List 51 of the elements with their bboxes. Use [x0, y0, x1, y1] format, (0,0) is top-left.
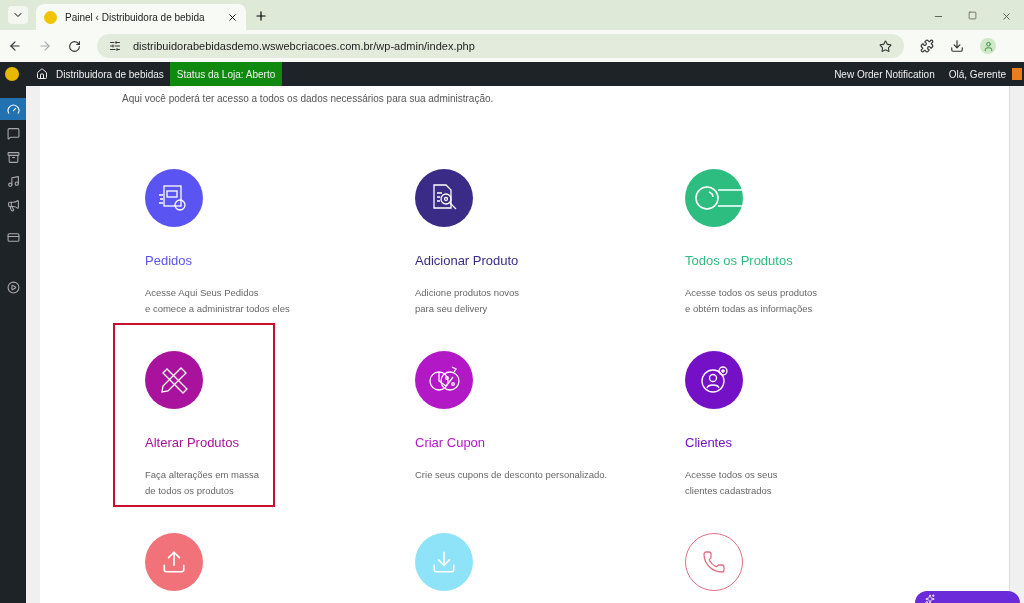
dashboard-card[interactable]: Todos os Produtos Acesse todos os seus produtos e obtém todas as informações [653, 141, 893, 325]
site-settings-icon [109, 40, 121, 52]
download-icon [950, 39, 964, 53]
greeting-link[interactable]: Olá, Gerente [948, 66, 1006, 82]
card-description: Faça alterações em massa de todos os produtos [145, 467, 261, 498]
card-title[interactable]: Alterar Produtos [145, 433, 273, 453]
address-field[interactable]: distribuidorabebidasdemo.wswebcriacoes.com.br/wp-admin/index.php [97, 34, 904, 58]
forward-icon [38, 39, 52, 53]
dashboard-card[interactable]: Criar Cupon Crie seus cupons de desconto personalizado. [383, 323, 623, 507]
extensions-icon [920, 39, 934, 53]
menu-icon [6, 102, 20, 116]
menu-icon [6, 280, 20, 294]
home-icon [36, 68, 48, 80]
close-icon [227, 11, 238, 23]
card-title[interactable]: Criar Cupon [415, 433, 621, 453]
menu-icon [6, 174, 20, 188]
menu-icon [6, 126, 20, 140]
menu-icon [6, 198, 20, 212]
new-tab-icon [254, 9, 268, 23]
url-text: distribuidorabebidasdemo.wswebcriacoes.com.br/wp-admin/index.php [133, 38, 476, 54]
bookmark-star-icon [879, 39, 892, 53]
dashboard-card[interactable]: Clientes Acesse todos os seus clientes cadastrados [653, 323, 893, 507]
profile-avatar[interactable] [980, 38, 996, 54]
sparkle-icon [925, 594, 935, 603]
card-title[interactable]: Clientes [685, 433, 891, 453]
card-title[interactable]: Adicionar Produto [415, 251, 621, 271]
back-icon [8, 39, 22, 53]
card-description: Acesse Aqui Seus Pedidos e comece a administrar todos eles [145, 285, 291, 316]
notification-link[interactable]: New Order Notification [834, 66, 935, 82]
reload-icon [68, 39, 81, 53]
card-title[interactable]: Pedidos [145, 251, 351, 271]
dashboard-card[interactable]: Alterar Produtos Faça alterações em massa de todos os produtos [113, 323, 275, 507]
tab-list-button[interactable] [8, 6, 28, 24]
card-description: Acesse todos os seus clientes cadastrados [685, 467, 779, 498]
browser-tab[interactable]: Painel ‹ Distribuidora de bebida [36, 4, 246, 30]
wp-logo-icon[interactable] [5, 67, 19, 81]
sidebar-item[interactable] [0, 98, 26, 120]
card-description: Crie seus cupons de desconto personalizado. [415, 467, 609, 482]
card-description: Adicione produtos novos para seu delivery [415, 285, 521, 316]
card-description: Acesse todos os seus produtos e obtém todas as informações [685, 285, 819, 316]
store-status-badge[interactable]: Status da Loja: Aberto [169, 62, 283, 86]
close-window-icon [1001, 11, 1012, 22]
menu-icon [6, 150, 20, 164]
dashboard-card[interactable]: Adicionar Produto Adicione produtos novos para seu delivery [383, 141, 623, 325]
intro-text: Aqui você poderá ter acesso a todos os dados necessários para sua administração. [122, 92, 495, 106]
site-favicon [44, 10, 57, 24]
tab-title: Painel ‹ Distribuidora de bebida [65, 10, 206, 25]
maximize-icon [968, 11, 977, 20]
dashboard-card[interactable]: Pedidos Acesse Aqui Seus Pedidos e comece a administrar todos eles [113, 141, 353, 325]
site-name-link[interactable]: Distribuidora de bebidas [56, 66, 164, 82]
menu-icon [6, 230, 20, 244]
